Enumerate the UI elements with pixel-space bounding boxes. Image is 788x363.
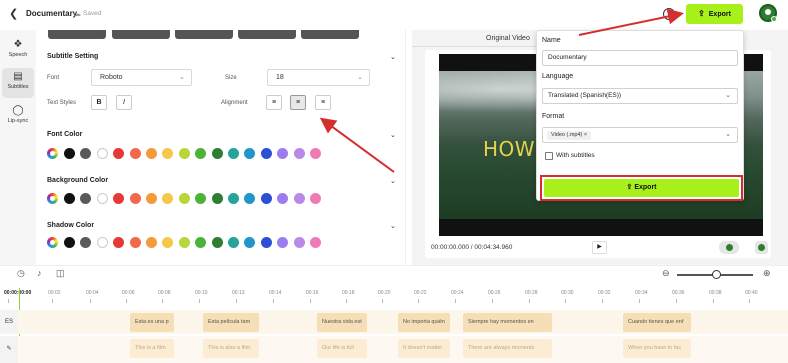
ruler-tick-mark: [199, 299, 200, 303]
subtitle-clip[interactable]: Cuando tienes que enf: [623, 313, 691, 332]
original-clip[interactable]: This is a film: [130, 339, 174, 358]
ruler-tick-label: 00:38: [709, 290, 722, 296]
zoom-slider-handle[interactable]: [712, 270, 721, 279]
ruler-tick-mark: [492, 299, 493, 303]
ruler-tick-label: 00:30: [561, 290, 574, 296]
ruler-tick-label: 00:34: [635, 290, 648, 296]
ruler-tick-label: 00:24: [451, 290, 464, 296]
ruler-tick-label: 00:22: [414, 290, 427, 296]
ruler-tick-mark: [126, 299, 127, 303]
ruler-tick-label: 00:13: [232, 290, 245, 296]
ruler-tick-mark: [162, 299, 163, 303]
zoom-in-icon[interactable]: ⊕: [763, 268, 771, 279]
subtitle-clip[interactable]: Esta película tam: [203, 313, 259, 332]
ruler-tick-mark: [565, 299, 566, 303]
ruler-tick-label: 00:00:00:00: [4, 290, 32, 296]
timeline-toolbar: [0, 265, 788, 285]
ruler-tick-mark: [8, 299, 9, 303]
subtitle-clip[interactable]: Nuestra vida est: [317, 313, 367, 332]
original-clip[interactable]: Our life is full: [317, 339, 367, 358]
ruler-tick-mark: [676, 299, 677, 303]
ruler-tick-mark: [418, 299, 419, 303]
original-clip[interactable]: This is also a film: [203, 339, 259, 358]
ruler-tick-label: 00:28: [525, 290, 538, 296]
ruler-tick-mark: [273, 299, 274, 303]
original-clip[interactable]: It doesn't matter: [398, 339, 450, 358]
ruler-tick-label: 00:16: [306, 290, 319, 296]
ruler-tick-label: 00:20: [378, 290, 391, 296]
arrow-to-alignment: [319, 117, 395, 173]
track-label-es: ES: [0, 310, 18, 334]
ruler-tick-label: 00:06: [122, 290, 135, 296]
ruler-tick-label: 00:18: [342, 290, 355, 296]
original-clip[interactable]: There are always moments: [463, 339, 552, 358]
ruler-tick-mark: [90, 299, 91, 303]
ruler-tick-mark: [529, 299, 530, 303]
ruler-tick-label: 00:36: [672, 290, 685, 296]
ruler-tick-mark: [52, 299, 53, 303]
ruler-tick-mark: [455, 299, 456, 303]
ruler-tick-label: 00:14: [269, 290, 282, 296]
ruler-tick-label: 00:32: [598, 290, 611, 296]
arrow-to-export: [578, 8, 684, 36]
ruler-tick-mark: [749, 299, 750, 303]
trash-icon[interactable]: ◫: [56, 268, 65, 279]
ruler-tick-mark: [236, 299, 237, 303]
ruler-tick-label: 00:08: [158, 290, 171, 296]
edit-icon[interactable]: ✎: [0, 336, 18, 363]
subtitle-clip[interactable]: No importa quién: [398, 313, 450, 332]
ruler-tick-mark: [602, 299, 603, 303]
zoom-out-icon[interactable]: ⊖: [662, 268, 670, 279]
ruler-tick-mark: [310, 299, 311, 303]
original-clip[interactable]: When you have to fac: [623, 339, 691, 358]
ruler-tick-label: 00:02: [48, 290, 61, 296]
annotation-arrows: [319, 8, 684, 173]
ruler-tick-mark: [713, 299, 714, 303]
ruler-tick-mark: [382, 299, 383, 303]
ruler-tick-label: 00:10: [195, 290, 208, 296]
ruler-tick-mark: [639, 299, 640, 303]
ruler-tick-label: 00:40: [745, 290, 758, 296]
ruler-tick-mark: [346, 299, 347, 303]
ruler-tick-label: 00:26: [488, 290, 501, 296]
speed-icon[interactable]: ◷: [17, 268, 25, 279]
subtitle-clip[interactable]: Esta es una p: [130, 313, 174, 332]
ruler-tick-label: 00:04: [86, 290, 99, 296]
subtitle-clip[interactable]: Siempre hay momentos en: [463, 313, 552, 332]
volume-icon[interactable]: ♪: [37, 268, 42, 278]
timeline-ruler[interactable]: [0, 285, 788, 307]
